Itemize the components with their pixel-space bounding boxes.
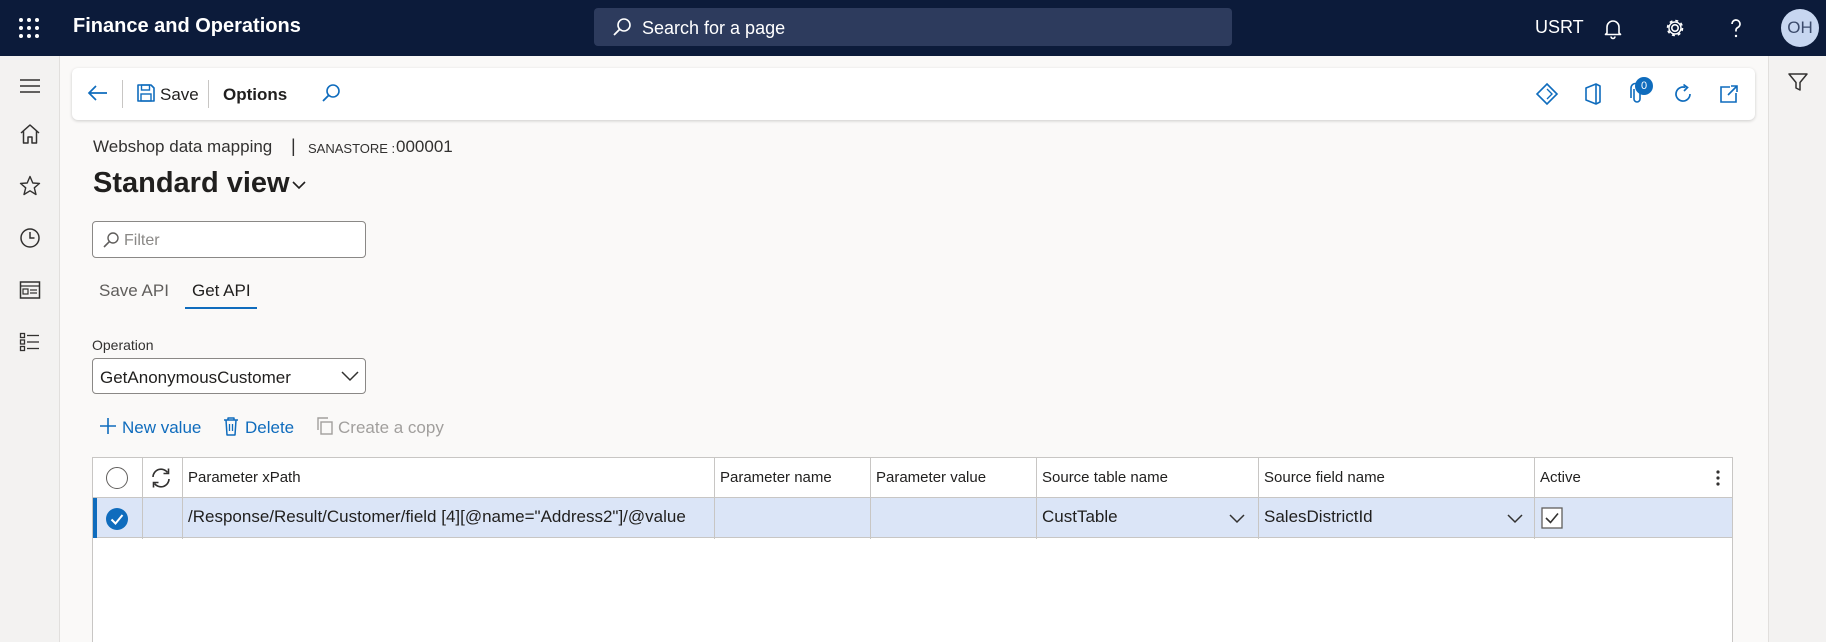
workspace-icon[interactable] — [18, 278, 42, 302]
copy-icon[interactable] — [315, 416, 335, 436]
save-icon[interactable] — [136, 83, 156, 103]
refresh-icon[interactable] — [1671, 82, 1695, 106]
caption-separator: | — [291, 136, 296, 156]
cell-source-table-name[interactable]: CustTable — [1042, 507, 1118, 527]
company-picker[interactable]: USRT — [1535, 17, 1584, 38]
left-navigation — [0, 56, 60, 642]
search-placeholder: Search for a page — [642, 18, 786, 38]
col-header-parameter-name[interactable]: Parameter name — [720, 469, 832, 486]
clock-icon[interactable] — [18, 226, 42, 250]
power-apps-icon[interactable] — [1535, 82, 1559, 106]
operation-label: Operation — [92, 337, 154, 353]
save-button[interactable]: Save — [160, 85, 199, 105]
active-tab-indicator — [185, 307, 257, 309]
top-bar: Finance and Operations Search for a page… — [0, 0, 1826, 56]
delete-button[interactable]: Delete — [245, 418, 294, 438]
select-all-checkbox[interactable] — [106, 467, 128, 489]
data-grid: Parameter xPath Parameter name Parameter… — [92, 457, 1733, 642]
trash-icon[interactable] — [222, 416, 240, 436]
selected-row-indicator — [93, 498, 97, 538]
app-title[interactable]: Finance and Operations — [73, 15, 301, 38]
new-value-button[interactable]: New value — [122, 418, 201, 438]
record-company-key: SANASTORE : — [308, 141, 396, 156]
chevron-down-icon — [341, 371, 359, 382]
filter-input[interactable]: Filter — [92, 221, 366, 258]
col-header-parameter-xpath[interactable]: Parameter xPath — [188, 469, 301, 486]
cell-source-field-name[interactable]: SalesDistrictId — [1264, 507, 1373, 527]
col-header-parameter-value[interactable]: Parameter value — [876, 469, 986, 486]
record-id: 000001 — [396, 137, 453, 156]
help-icon[interactable] — [1724, 16, 1748, 40]
col-header-source-field-name[interactable]: Source field name — [1264, 469, 1385, 486]
back-icon[interactable] — [86, 81, 110, 105]
chevron-down-icon[interactable] — [1229, 512, 1245, 524]
column-divider — [1036, 458, 1037, 539]
operation-select[interactable]: GetAnonymousCustomer — [92, 358, 366, 394]
refresh-icon[interactable] — [149, 467, 173, 489]
search-icon — [103, 232, 119, 248]
tab-get-api[interactable]: Get API — [192, 281, 251, 301]
right-pane — [1768, 56, 1826, 642]
chevron-down-icon[interactable] — [1507, 512, 1523, 524]
column-divider — [142, 458, 143, 539]
col-header-active[interactable]: Active — [1540, 469, 1581, 486]
create-copy-button[interactable]: Create a copy — [338, 418, 444, 438]
waffle-icon[interactable] — [18, 17, 40, 39]
view-selector[interactable]: Standard view — [93, 167, 290, 200]
table-row[interactable]: /Response/Result/Customer/field [4][@nam… — [93, 498, 1732, 538]
filter-icon[interactable] — [1786, 70, 1810, 94]
hamburger-icon[interactable] — [18, 74, 42, 98]
divider — [122, 80, 123, 108]
divider — [208, 80, 209, 108]
avatar[interactable]: OH — [1781, 9, 1819, 47]
chevron-down-icon[interactable] — [291, 180, 307, 190]
page-search-box[interactable]: Search for a page — [594, 8, 1232, 46]
search-icon — [613, 18, 631, 36]
cell-parameter-xpath[interactable]: /Response/Result/Customer/field [4][@nam… — [188, 507, 686, 527]
attachment-count-badge: 0 — [1635, 77, 1653, 95]
more-options-icon[interactable] — [1715, 469, 1721, 487]
page-caption: Webshop data mapping — [93, 137, 273, 156]
column-divider — [182, 458, 183, 539]
action-pane: Save Options 0 — [72, 68, 1755, 120]
column-divider — [1534, 458, 1535, 539]
star-icon[interactable] — [18, 174, 42, 198]
office-icon[interactable] — [1581, 82, 1605, 106]
filter-placeholder: Filter — [124, 232, 160, 249]
operation-value: GetAnonymousCustomer — [100, 368, 291, 387]
column-divider — [714, 458, 715, 539]
search-icon[interactable] — [320, 82, 342, 104]
column-divider — [870, 458, 871, 539]
home-icon[interactable] — [18, 122, 42, 146]
gear-icon[interactable] — [1663, 16, 1687, 40]
tab-save-api[interactable]: Save API — [99, 281, 169, 301]
col-header-source-table-name[interactable]: Source table name — [1042, 469, 1168, 486]
row-selected-checkbox[interactable] — [105, 507, 129, 531]
plus-icon[interactable] — [98, 416, 118, 436]
active-checkbox[interactable] — [1541, 507, 1563, 529]
options-tab[interactable]: Options — [223, 85, 287, 105]
open-new-icon[interactable] — [1717, 82, 1741, 106]
column-divider — [1258, 458, 1259, 539]
list-icon[interactable] — [18, 330, 42, 354]
bell-icon[interactable] — [1601, 16, 1625, 40]
